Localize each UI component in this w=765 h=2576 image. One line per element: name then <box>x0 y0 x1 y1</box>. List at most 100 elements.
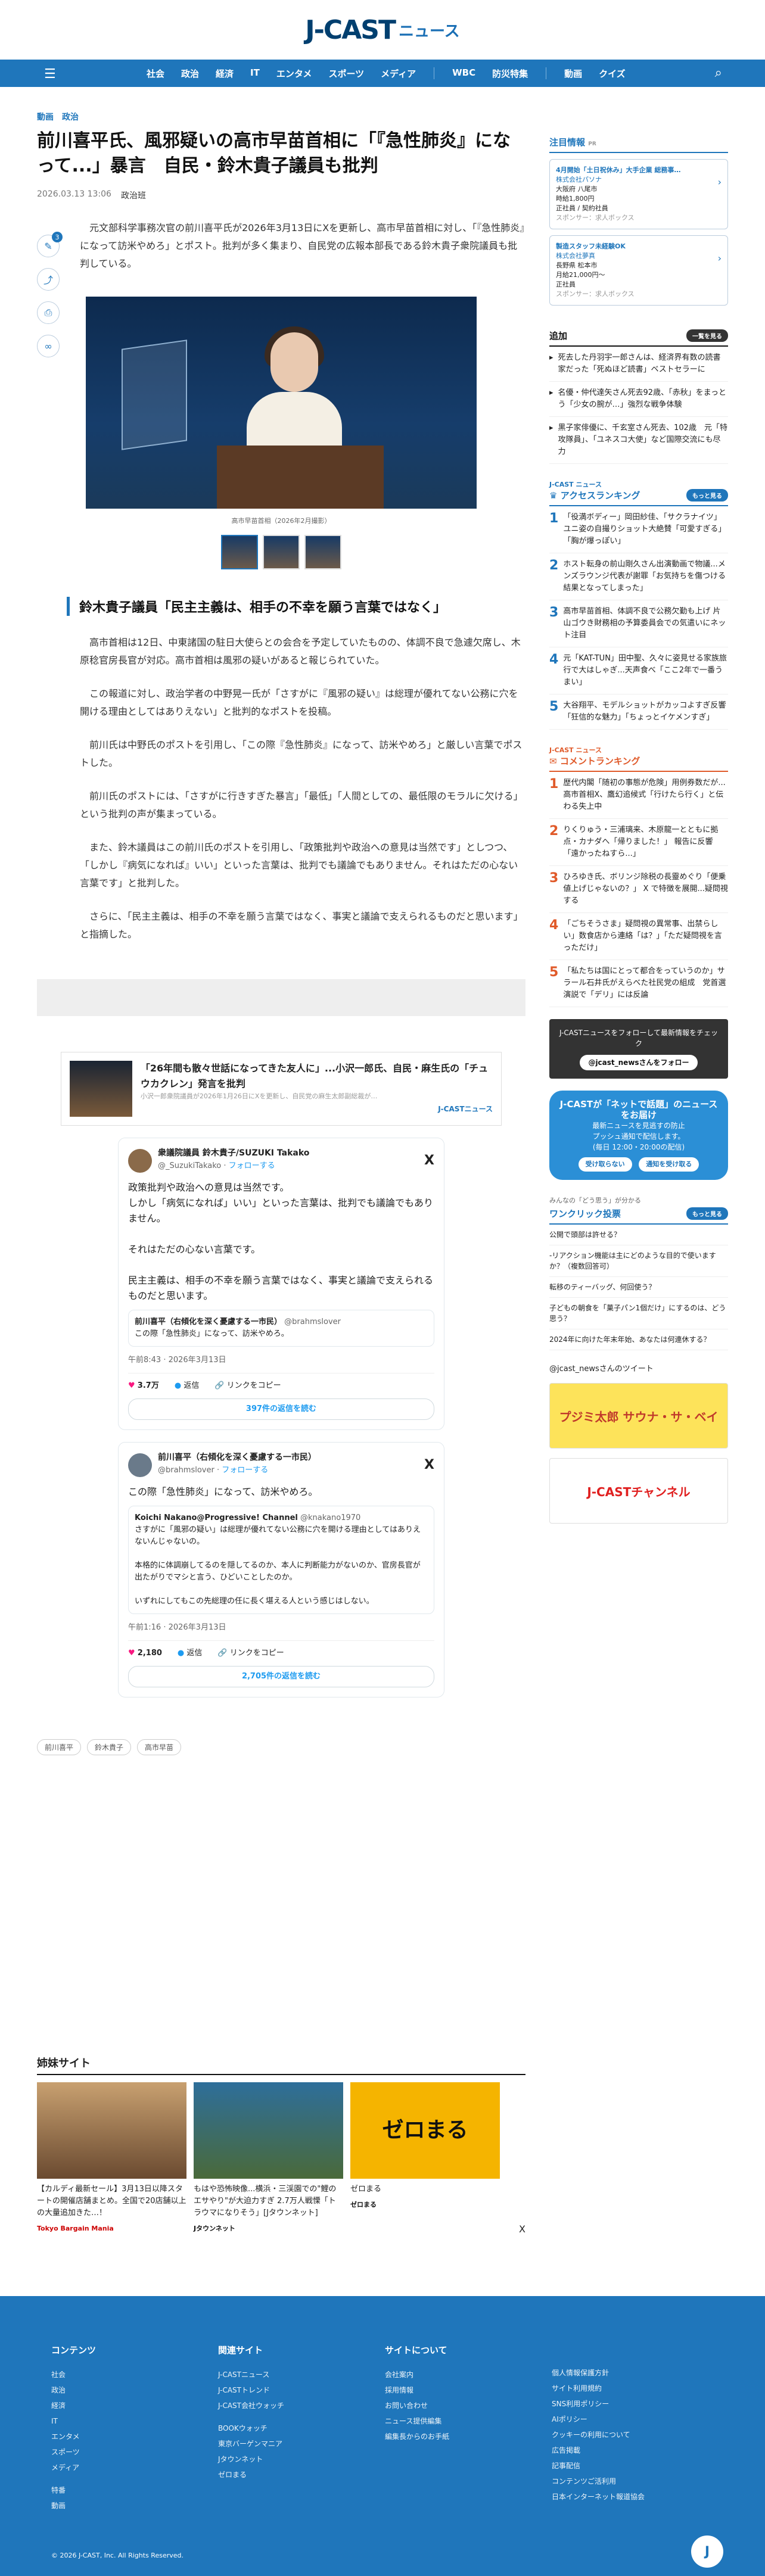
ad-banner[interactable]: プジミ太郎 サウナ・サ・ベイ <box>549 1383 728 1449</box>
footer-link[interactable]: Jタウンネット <box>218 2452 385 2467</box>
footer-link[interactable]: SNS利用ポリシー <box>552 2396 719 2412</box>
vote-item[interactable]: 子どもの朝食を「菓子パン1個だけ」にするのは、どう思う？ <box>549 1298 728 1329</box>
footer-link[interactable]: J-CAST会社ウォッチ <box>218 2398 385 2413</box>
tweet-timestamp[interactable]: 午前1:16 · 2026年3月13日 <box>128 1620 434 1641</box>
ad-slot[interactable] <box>37 979 525 1016</box>
sister-site-card[interactable]: 【カルディ最新セール】3月13日以降スタートの開催店舗まとめ。全国で20店舗以上… <box>37 2082 187 2235</box>
footer-link[interactable]: IT <box>51 2413 218 2429</box>
see-all-button[interactable]: 一覧を見る <box>686 329 728 342</box>
ranking-item[interactable]: 1 歴代内閣「随初の事態が危険」用例券数だが...高市首相X、鷹幻追候式「行けたら… <box>549 772 728 819</box>
close-icon[interactable]: X <box>519 2223 525 2235</box>
more-button[interactable]: もっと見る <box>686 1207 728 1220</box>
link-icon[interactable]: ∞ <box>37 335 60 357</box>
jcast-emblem[interactable]: J <box>691 2535 723 2568</box>
thumbnail[interactable] <box>304 535 341 569</box>
article-author[interactable]: 政治班 <box>121 189 146 201</box>
like-button[interactable]: ♥ 2,180 <box>128 1646 162 1661</box>
job-ad[interactable]: 製造スタッフ未経験OK 株式会社夢真 長野県 松本市 月給21,000円～ 正社… <box>549 235 728 306</box>
thumbnail[interactable] <box>263 535 300 569</box>
footer-link[interactable]: BOOKウォッチ <box>218 2421 385 2436</box>
article-photo[interactable] <box>86 297 477 509</box>
tweet-author-handle[interactable]: @brahmslover <box>158 1466 214 1475</box>
thumbnail[interactable] <box>221 535 258 569</box>
ranking-item[interactable]: 2 ホスト転身の前山剛久さん出演動画で物議...メンズラウンジ代表が謝罪「お気持ち… <box>549 553 728 600</box>
nav-item-sports[interactable]: スポーツ <box>328 67 364 80</box>
nav-item-it[interactable]: IT <box>250 67 260 80</box>
footer-link[interactable]: 編集長からのお手紙 <box>385 2429 552 2444</box>
quoted-tweet[interactable]: Koichi Nakano@Progressive! Channel @knak… <box>128 1506 434 1614</box>
ranking-item[interactable]: 4 元「KAT-TUN」田中聖、久々に姿見せる家族旅行で大はしゃぎ...天声食べ「… <box>549 647 728 694</box>
tag-chip[interactable]: 前川喜平 <box>37 1739 82 1755</box>
vote-item[interactable]: 転移のティーバッグ、何回使う？ <box>549 1277 728 1298</box>
avatar[interactable] <box>128 1453 152 1477</box>
embedded-tweet[interactable]: 衆議院議員 鈴木貴子/SUZUKI Takako @_SuzukiTakako … <box>118 1138 444 1430</box>
nav-item-media[interactable]: メディア <box>381 67 416 80</box>
footer-link[interactable]: 東京バーゲンマニア <box>218 2436 385 2452</box>
sister-site-card[interactable]: ゼロまる ゼロまる ゼロまる <box>350 2082 500 2235</box>
vote-item[interactable]: 2024年に向けた年末年始、あなたは何連休する？ <box>549 1329 728 1350</box>
ranking-item[interactable]: 5 「私たちは国にとって都合をっていうのか」サラール石井氏がえらべた社民党の組成 … <box>549 960 728 1007</box>
footer-link[interactable]: 個人情報保護方針 <box>552 2365 719 2381</box>
footer-link[interactable]: お問い合わせ <box>385 2398 552 2413</box>
footer-link[interactable]: 広告掲載 <box>552 2443 719 2458</box>
nav-item-video[interactable]: 動画 <box>564 67 582 80</box>
nav-item-entertainment[interactable]: エンタメ <box>276 67 312 80</box>
nav-item-politics[interactable]: 政治 <box>181 67 199 80</box>
footer-link[interactable]: 動画 <box>51 2498 218 2513</box>
footer-link[interactable]: 日本インターネット報道協会 <box>552 2489 719 2505</box>
footer-link[interactable]: 経済 <box>51 2398 218 2413</box>
tag-chip[interactable]: 高市早苗 <box>137 1739 182 1755</box>
accept-push-button[interactable]: 通知を受け取る <box>639 1157 699 1172</box>
tweet-author-name[interactable]: 衆議院議員 鈴木貴子/SUZUKI Takako <box>158 1148 309 1158</box>
vote-item[interactable]: 公開で頭部は許せる？ <box>549 1225 728 1245</box>
footer-link[interactable]: ゼロまる <box>218 2467 385 2482</box>
list-item[interactable]: ▸ 黒子家俳優に、千玄室さん死去、102歳 元「特攻隊員」、「ユネスコ大使」など国… <box>549 417 728 464</box>
nav-item-economy[interactable]: 経済 <box>216 67 234 80</box>
category-link[interactable]: 動画 <box>37 111 54 123</box>
nav-item-wbc[interactable]: WBC <box>452 67 475 80</box>
ranking-item[interactable]: 3 高市早苗首相、体調不良で公務欠勤も上げ 片山ゴウき財務相の予算委員会での気遣い… <box>549 600 728 647</box>
tag-chip[interactable]: 鈴木貴子 <box>87 1739 132 1755</box>
more-button[interactable]: もっと見る <box>686 489 728 502</box>
ranking-item[interactable]: 2 りくりゅう・三浦璃来、木原龍一とともに拠点・カナダへ「帰りました！」 報告に反… <box>549 819 728 866</box>
x-logo-icon[interactable]: X <box>424 1457 434 1473</box>
footer-link[interactable]: 社会 <box>51 2367 218 2382</box>
footer-link[interactable]: 採用情報 <box>385 2382 552 2398</box>
menu-icon[interactable]: ☰ <box>44 67 56 82</box>
read-replies-button[interactable]: 2,705件の返信を読む <box>128 1666 434 1687</box>
timeline-label[interactable]: @jcast_newsさんのツイート <box>549 1362 728 1373</box>
quoted-tweet[interactable]: 前川喜平（右傾化を深く憂慮する一市民） @brahmslover この際「急性肺… <box>128 1310 434 1347</box>
decline-push-button[interactable]: 受け取らない <box>578 1157 632 1172</box>
reply-button[interactable]: ● 返信 <box>178 1646 203 1661</box>
footer-link[interactable]: メディア <box>51 2460 218 2475</box>
footer-link[interactable]: 会社案内 <box>385 2367 552 2382</box>
x-follow-button[interactable]: @jcast_newsさんをフォロー <box>580 1055 698 1070</box>
ranking-item[interactable]: 3 ひろゆき氏、ボリンジ除税の長靈めぐり「便乗値上げじゃないの？」 X で特徴を展… <box>549 866 728 913</box>
footer-link[interactable]: J-CASTトレンド <box>218 2382 385 2398</box>
footer-link[interactable]: AIポリシー <box>552 2412 719 2427</box>
follow-link[interactable]: フォローする <box>222 1466 268 1475</box>
youtube-banner[interactable]: J-CASTチャンネル <box>549 1458 728 1524</box>
embedded-tweet[interactable]: 前川喜平（右傾化を深く憂慮する一市民） @brahmslover · フォローす… <box>118 1442 444 1697</box>
site-logo[interactable]: J-CAST ニュース <box>305 15 459 45</box>
footer-link[interactable]: 記事配信 <box>552 2458 719 2474</box>
x-logo-icon[interactable]: X <box>424 1153 434 1169</box>
reply-button[interactable]: ● 返信 <box>175 1378 200 1394</box>
ranking-item[interactable]: 5 大谷翔平、モデルショットがカッコよすぎ反響「狂信的な魅力」「ちょっとイケメンす… <box>549 694 728 730</box>
tweet-author-handle[interactable]: @_SuzukiTakako <box>158 1161 221 1170</box>
comment-icon[interactable]: ✎ 3 <box>37 232 63 257</box>
copy-link-button[interactable]: 🔗 リンクをコピー <box>217 1646 284 1661</box>
ranking-item[interactable]: 1 「役満ボディー」岡田紗佳、「サクラナイツ」ユニ姿の自撮りショット大絶賛「可愛す… <box>549 506 728 553</box>
footer-link[interactable]: J-CASTニュース <box>218 2367 385 2382</box>
read-replies-button[interactable]: 397件の返信を読む <box>128 1398 434 1420</box>
tweet-timestamp[interactable]: 午前8:43 · 2026年3月13日 <box>128 1353 434 1373</box>
footer-link[interactable]: 政治 <box>51 2382 218 2398</box>
tweet-author-name[interactable]: 前川喜平（右傾化を深く憂慮する一市民） <box>158 1452 316 1463</box>
list-item[interactable]: ▸ 死去した丹羽宇一郎さんは、経済界有数の読書家だった「死ぬほど読書」ベストセラー… <box>549 347 728 382</box>
avatar[interactable] <box>128 1149 152 1173</box>
copy-link-button[interactable]: 🔗 リンクをコピー <box>214 1378 281 1394</box>
share-icon[interactable]: ⤴ <box>37 268 60 291</box>
nav-item-quiz[interactable]: クイズ <box>599 67 626 80</box>
follow-link[interactable]: フォローする <box>229 1161 275 1170</box>
footer-link[interactable]: ニュース提供編集 <box>385 2413 552 2429</box>
